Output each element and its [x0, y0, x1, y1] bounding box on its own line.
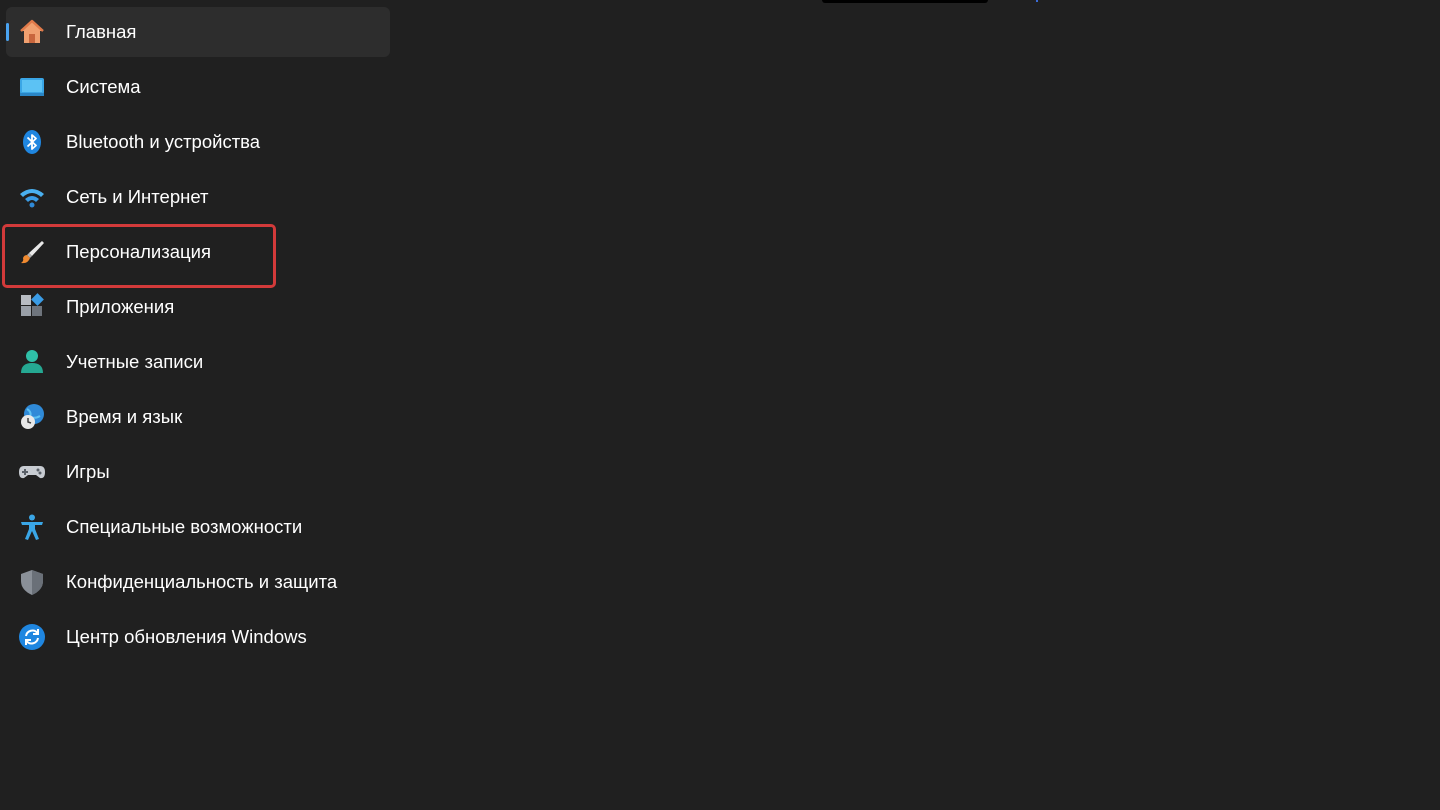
wifi-icon [18, 183, 46, 211]
nav-label-accounts: Учетные записи [66, 351, 204, 372]
system-display-icon [18, 73, 46, 101]
nav-label-accessibility: Специальные возможности [66, 516, 303, 537]
nav-label-home: Главная [66, 21, 137, 42]
bluetooth-icon [18, 128, 46, 156]
active-indicator [6, 23, 9, 41]
apps-icon [18, 293, 46, 321]
nav-item-apps[interactable]: Приложения [6, 282, 390, 332]
nav-label-network: Сеть и Интернет [66, 186, 209, 207]
nav-label-personalization: Персонализация [66, 241, 211, 262]
top-edge-dot [1036, 0, 1038, 2]
nav-item-accessibility[interactable]: Специальные возможности [6, 502, 390, 552]
accessibility-icon [18, 513, 46, 541]
nav-label-privacy: Конфиденциальность и защита [66, 571, 338, 592]
nav-item-time-language[interactable]: Время и язык [6, 392, 390, 442]
nav-item-accounts[interactable]: Учетные записи [6, 337, 390, 387]
nav-item-bluetooth[interactable]: Bluetooth и устройства [6, 117, 390, 167]
settings-window: Главная Система Bluetooth и устройства С… [0, 0, 1440, 810]
nav-item-privacy[interactable]: Конфиденциальность и защита [6, 557, 390, 607]
nav-label-bluetooth: Bluetooth и устройства [66, 131, 261, 152]
settings-nav: Главная Система Bluetooth и устройства С… [6, 7, 390, 667]
nav-label-windows-update: Центр обновления Windows [66, 626, 307, 647]
shield-icon [18, 568, 46, 596]
nav-label-gaming: Игры [66, 461, 110, 482]
windows-update-icon [18, 623, 46, 651]
top-edge-bar [822, 0, 988, 3]
paintbrush-icon [18, 238, 46, 266]
gamepad-icon [18, 458, 46, 486]
nav-item-system[interactable]: Система [6, 62, 390, 112]
nav-item-windows-update[interactable]: Центр обновления Windows [6, 612, 390, 662]
user-account-icon [18, 348, 46, 376]
nav-item-personalization[interactable]: Персонализация [6, 227, 390, 277]
nav-item-network[interactable]: Сеть и Интернет [6, 172, 390, 222]
nav-item-gaming[interactable]: Игры [6, 447, 390, 497]
nav-label-time-language: Время и язык [66, 406, 183, 427]
nav-label-apps: Приложения [66, 296, 175, 317]
home-icon [18, 18, 46, 46]
time-language-icon [18, 403, 46, 431]
nav-label-system: Система [66, 76, 141, 97]
nav-item-home[interactable]: Главная [6, 7, 390, 57]
